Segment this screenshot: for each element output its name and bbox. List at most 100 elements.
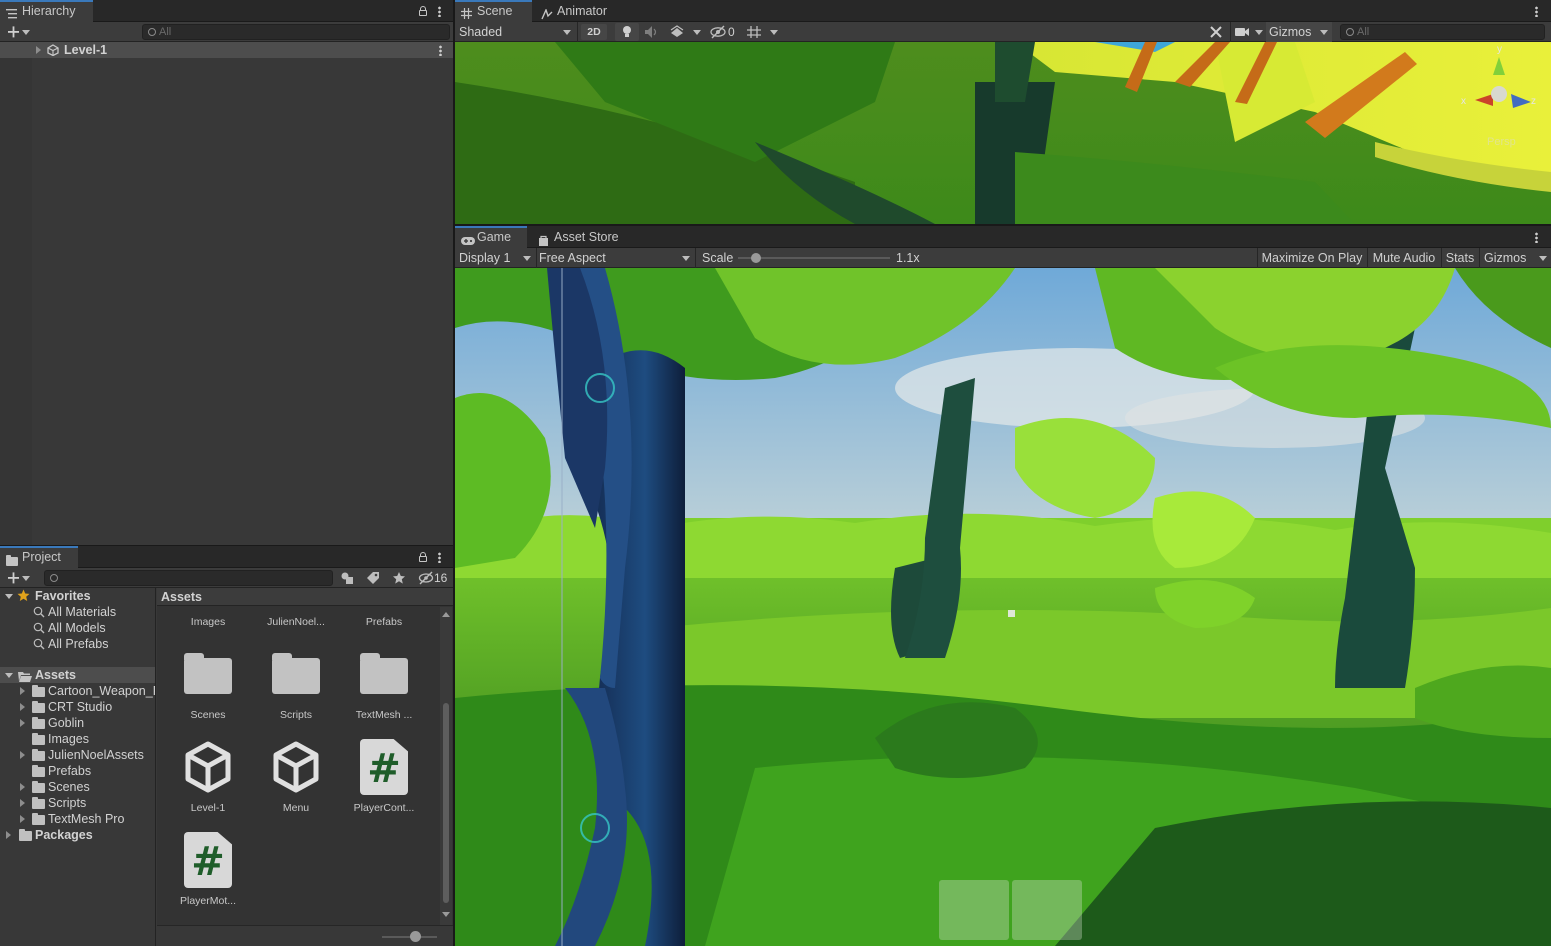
tab-asset-store[interactable]: Asset Store	[532, 226, 622, 248]
gizmo-axis-y: y	[1497, 44, 1502, 55]
assets-label: Assets	[35, 668, 76, 682]
asset-grid-item[interactable]: Level-1	[168, 731, 248, 821]
collapse-arrow-icon[interactable]	[5, 673, 13, 678]
expand-arrow-icon[interactable]	[20, 751, 25, 759]
asset-folder-item[interactable]: Cartoon_Weapon_P	[0, 683, 155, 699]
scene-search-input[interactable]: All	[1340, 24, 1545, 40]
expand-arrow-icon[interactable]	[6, 831, 11, 839]
filter-by-type-icon[interactable]	[340, 571, 354, 588]
grid-snap-dropdown-icon[interactable]	[745, 23, 781, 41]
lock-icon[interactable]	[419, 6, 427, 16]
scrollbar-thumb[interactable]	[443, 703, 449, 903]
scene-more-icon[interactable]	[439, 45, 442, 56]
camera-dropdown-icon[interactable]	[1233, 23, 1265, 41]
asset-folder-item[interactable]: Scenes	[0, 779, 155, 795]
expand-arrow-icon[interactable]	[20, 799, 25, 807]
tab-animator[interactable]: Animator	[535, 0, 615, 22]
tools-icon[interactable]	[1207, 23, 1227, 41]
icon-size-handle[interactable]	[410, 931, 421, 942]
aspect-dropdown[interactable]: Free Aspect	[535, 248, 694, 268]
asset-folder-item[interactable]: TextMesh Pro	[0, 811, 155, 827]
favorite-item[interactable]: All Models	[0, 620, 155, 636]
asset-grid-item[interactable]: Prefabs	[344, 607, 424, 635]
asset-folder-item[interactable]: Prefabs	[0, 763, 155, 779]
favorite-star-icon[interactable]	[392, 571, 406, 588]
gizmos-dropdown[interactable]: Gizmos	[1480, 248, 1551, 268]
game-viewport[interactable]	[455, 268, 1551, 946]
tab-project[interactable]: Project	[0, 546, 78, 568]
expand-arrow-icon[interactable]	[20, 783, 25, 791]
scroll-down-icon[interactable]	[442, 912, 450, 917]
asset-grid-item[interactable]: # PlayerCont...	[344, 731, 424, 821]
scene-row[interactable]: Level-1	[0, 42, 453, 58]
2d-toggle-button[interactable]: 2D	[581, 24, 607, 40]
create-dropdown-button[interactable]	[6, 570, 34, 586]
favorite-item-label: All Materials	[48, 605, 117, 619]
mute-audio-button[interactable]: Mute Audio	[1368, 248, 1440, 268]
folder-icon	[32, 685, 45, 697]
more-menu-icon[interactable]	[438, 552, 441, 563]
asset-grid-item[interactable]: Scenes	[168, 638, 248, 728]
expand-arrow-icon[interactable]	[20, 703, 25, 711]
expand-arrow-icon[interactable]	[20, 687, 25, 695]
more-menu-icon[interactable]	[1535, 6, 1538, 17]
favorite-item[interactable]: All Prefabs	[0, 636, 155, 654]
folder-icon	[32, 749, 45, 761]
more-menu-icon[interactable]	[438, 6, 441, 17]
asset-grid-item[interactable]: Menu	[256, 731, 336, 821]
maximize-on-play-button[interactable]: Maximize On Play	[1258, 248, 1366, 268]
csharp-script-icon: #	[184, 832, 232, 888]
hierarchy-panel: Hierarchy All Level-1	[0, 0, 453, 545]
add-dropdown-button[interactable]	[6, 24, 34, 40]
filter-by-label-icon[interactable]	[366, 571, 380, 588]
project-search-input[interactable]	[44, 570, 333, 586]
asset-grid-label: Menu	[282, 802, 310, 814]
asset-grid-item[interactable]: # PlayerMot...	[168, 824, 248, 914]
project-folder-tree: Favorites All Materials All Models All Pre…	[0, 588, 156, 946]
expand-arrow-icon[interactable]	[20, 815, 25, 823]
display-dropdown[interactable]: Display 1	[455, 248, 535, 268]
asset-folder-item[interactable]: Images	[0, 731, 155, 747]
asset-grid-item[interactable]: TextMesh ...	[344, 638, 424, 728]
more-menu-icon[interactable]	[1535, 232, 1538, 243]
lighting-toggle-icon[interactable]	[615, 23, 639, 41]
breadcrumb-item-assets[interactable]: Assets	[161, 588, 202, 606]
scale-slider[interactable]	[738, 248, 890, 268]
tab-hierarchy[interactable]: Hierarchy	[0, 0, 93, 22]
asset-folder-item[interactable]: CRT Studio	[0, 699, 155, 715]
tab-scene[interactable]: Scene	[455, 0, 532, 22]
favorite-item[interactable]: All Materials	[0, 604, 155, 620]
collapse-arrow-icon[interactable]	[5, 594, 13, 599]
packages-row[interactable]: Packages	[0, 827, 155, 843]
asset-grid-item[interactable]: JulienNoel...	[256, 607, 336, 635]
grid-scrollbar[interactable]	[440, 607, 452, 925]
scroll-up-icon[interactable]	[442, 612, 450, 617]
assets-row[interactable]: Assets	[0, 667, 155, 683]
gizmo-axis-z: z	[1531, 96, 1536, 107]
expand-arrow-icon[interactable]	[20, 719, 25, 727]
hierarchy-search-input[interactable]: All	[142, 24, 450, 40]
lock-icon[interactable]	[419, 552, 427, 562]
asset-grid-item[interactable]: Scripts	[256, 638, 336, 728]
favorites-row[interactable]: Favorites	[0, 588, 155, 604]
search-icon	[33, 638, 45, 654]
scale-slider-handle[interactable]	[751, 253, 761, 263]
perspective-label[interactable]: Persp	[1487, 136, 1516, 148]
folder-icon	[32, 701, 45, 713]
tab-game[interactable]: Game	[455, 226, 527, 248]
audio-toggle-icon[interactable]	[641, 23, 663, 41]
scene-viewport[interactable]: y x z Persp	[455, 42, 1551, 224]
effects-dropdown-icon[interactable]	[667, 23, 703, 41]
expand-arrow-icon[interactable]	[36, 46, 41, 54]
hidden-packages-toggle[interactable]: 16	[418, 570, 452, 586]
scene-visibility-toggle[interactable]: 0	[709, 23, 739, 41]
shading-mode-dropdown[interactable]: Shaded	[455, 22, 575, 42]
asset-grid-item[interactable]: Images	[168, 607, 248, 635]
asset-folder-item[interactable]: Goblin	[0, 715, 155, 731]
stats-button[interactable]: Stats	[1442, 248, 1478, 268]
asset-folder-item[interactable]: JulienNoelAssets	[0, 747, 155, 763]
gizmos-dropdown[interactable]: Gizmos	[1266, 22, 1332, 42]
asset-grid-label: PlayerCont...	[353, 802, 415, 814]
scene-name: Level-1	[64, 43, 108, 57]
asset-folder-item[interactable]: Scripts	[0, 795, 155, 811]
